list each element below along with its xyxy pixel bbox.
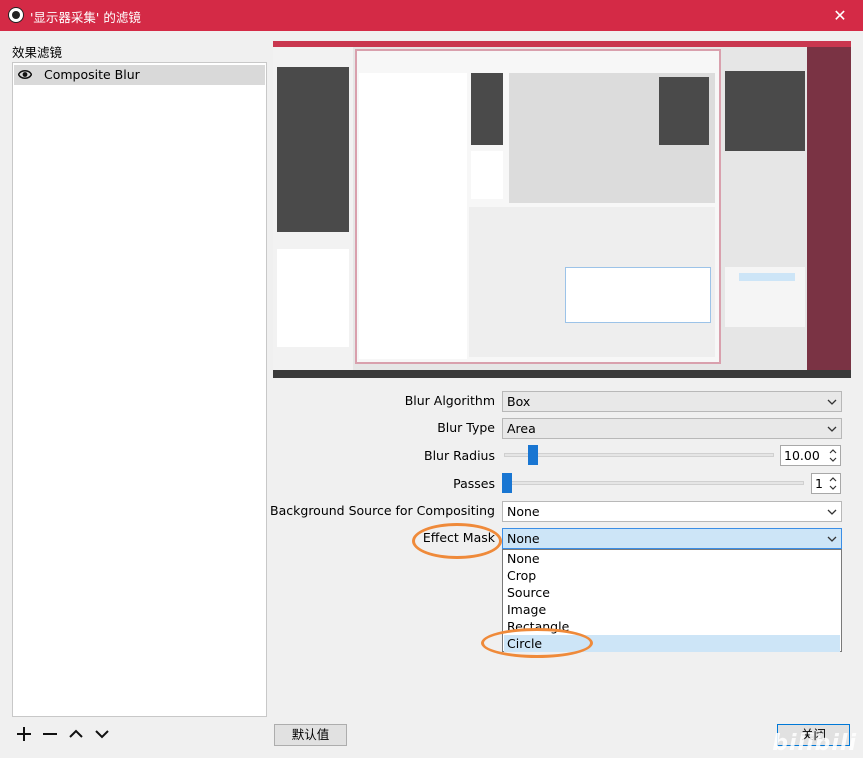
- defaults-button[interactable]: 默认值: [274, 724, 347, 746]
- blur-type-select[interactable]: Area: [502, 418, 842, 439]
- window-title: '显示器采集' 的滤镜: [30, 10, 141, 25]
- blur-type-label: Blur Type: [437, 420, 495, 435]
- chevron-down-icon: [827, 509, 837, 515]
- preview-nested-list: [359, 73, 467, 359]
- chevron-down-icon: [827, 399, 837, 405]
- title-bar: '显示器采集' 的滤镜 ✕: [0, 0, 863, 31]
- chevron-down-icon: [95, 730, 109, 739]
- blur-algorithm-label: Blur Algorithm: [404, 393, 495, 408]
- passes-slider-thumb[interactable]: [502, 473, 512, 493]
- preview-right-strip: [807, 47, 851, 370]
- chevron-down-icon: [827, 426, 837, 432]
- passes-spinbox[interactable]: 1: [811, 473, 841, 494]
- dropdown-option-rectangle[interactable]: Rectangle: [504, 618, 840, 635]
- blur-algorithm-value: Box: [507, 394, 531, 409]
- blur-type-value: Area: [507, 421, 536, 436]
- preview-right-dark: [725, 71, 805, 151]
- prop-background-source: Background Source for Compositing None: [0, 501, 863, 523]
- chevron-down-icon: [827, 536, 837, 542]
- effect-mask-dropdown[interactable]: None Crop Source Image Rectangle Circle: [502, 549, 842, 652]
- move-filter-down-button[interactable]: [90, 722, 114, 746]
- remove-filter-button[interactable]: [38, 722, 62, 746]
- spin-arrows-icon[interactable]: [827, 475, 839, 492]
- background-source-label: Background Source for Compositing: [270, 503, 495, 518]
- blur-radius-spinbox[interactable]: 10.00: [780, 445, 841, 466]
- preview-nested-dropdown: [565, 267, 711, 323]
- bilibili-watermark: bilibili: [772, 731, 857, 756]
- plus-icon: [17, 727, 31, 741]
- filters-heading: 效果滤镜: [12, 45, 63, 60]
- filter-item-composite-blur[interactable]: Composite Blur: [14, 65, 265, 85]
- dropdown-option-crop[interactable]: Crop: [504, 567, 840, 584]
- blur-radius-value: 10.00: [784, 448, 820, 463]
- spin-arrows-icon[interactable]: [827, 447, 839, 464]
- chevron-up-icon: [69, 729, 83, 738]
- obs-logo-icon: [8, 7, 24, 23]
- effect-mask-select[interactable]: None: [502, 528, 842, 549]
- prop-blur-type: Blur Type Area: [0, 418, 863, 440]
- dropdown-option-circle[interactable]: Circle: [504, 635, 840, 652]
- close-window-button[interactable]: ✕: [817, 0, 863, 31]
- preview-titlebar: [273, 41, 851, 47]
- blur-algorithm-select[interactable]: Box: [502, 391, 842, 412]
- preview-list-block: [277, 249, 349, 347]
- add-filter-button[interactable]: [12, 722, 36, 746]
- blur-radius-slider-track[interactable]: [504, 453, 774, 457]
- dropdown-option-image[interactable]: Image: [504, 601, 840, 618]
- preview-bottom-bar: [273, 370, 851, 378]
- prop-effect-mask: Effect Mask None: [0, 528, 863, 550]
- blur-radius-slider-thumb[interactable]: [528, 445, 538, 465]
- preview-dark-block: [277, 67, 349, 232]
- blur-radius-label: Blur Radius: [424, 448, 495, 463]
- filter-list[interactable]: Composite Blur: [12, 62, 267, 717]
- effect-mask-value: None: [507, 531, 540, 546]
- passes-value: 1: [815, 476, 823, 491]
- prop-blur-radius: Blur Radius 10.00: [0, 445, 863, 467]
- preview-nested-white: [471, 151, 503, 199]
- filter-preview: [273, 41, 851, 378]
- preview-right-selection: [739, 273, 795, 281]
- passes-label: Passes: [453, 476, 495, 491]
- passes-slider-track[interactable]: [504, 481, 804, 485]
- preview-nested-dark: [471, 73, 503, 145]
- dropdown-option-none[interactable]: None: [504, 550, 840, 567]
- background-source-value: None: [507, 504, 540, 519]
- prop-passes: Passes 1: [0, 473, 863, 495]
- effect-mask-label: Effect Mask: [422, 530, 495, 545]
- background-source-select[interactable]: None: [502, 501, 842, 522]
- filter-item-label: Composite Blur: [44, 67, 140, 82]
- prop-blur-algorithm: Blur Algorithm Box: [0, 391, 863, 413]
- dropdown-option-source[interactable]: Source: [504, 584, 840, 601]
- preview-nested-dark-right: [659, 77, 709, 145]
- eye-icon[interactable]: [18, 69, 32, 80]
- move-filter-up-button[interactable]: [64, 722, 88, 746]
- minus-icon: [43, 733, 57, 735]
